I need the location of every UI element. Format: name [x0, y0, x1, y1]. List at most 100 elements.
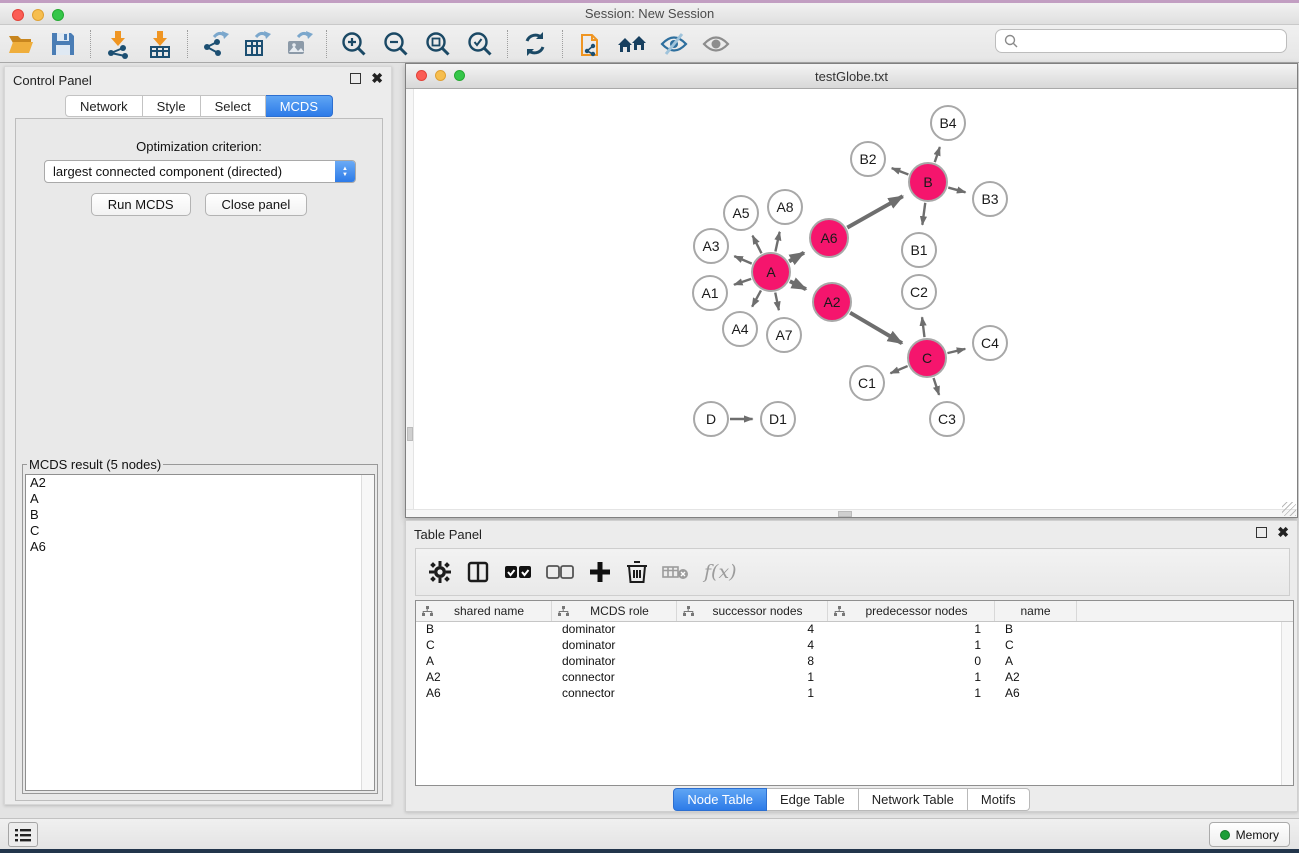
delete-table-icon[interactable] — [662, 563, 690, 581]
close-panel-icon[interactable]: ✖ — [371, 73, 383, 84]
table-scrollbar[interactable] — [1281, 622, 1293, 785]
zoom-in-icon[interactable] — [337, 28, 371, 60]
open-file-icon[interactable] — [4, 28, 38, 60]
edge-A-A3[interactable] — [734, 256, 751, 264]
edge-B-B1[interactable] — [922, 203, 925, 225]
node-label-B4: B4 — [939, 115, 956, 131]
optimization-criterion-select[interactable]: largest connected component (directed) ▲… — [44, 160, 356, 183]
vertical-scrollbar[interactable] — [406, 89, 414, 517]
column-header-MCDS-role[interactable]: MCDS role — [552, 601, 677, 621]
tab-style[interactable]: Style — [143, 95, 201, 117]
titlebar: Session: New Session — [0, 3, 1299, 25]
node-label-A7: A7 — [775, 327, 792, 343]
refresh-icon[interactable] — [518, 28, 552, 60]
tab-node-table[interactable]: Node Table — [673, 788, 767, 811]
deselect-all-icon[interactable] — [546, 563, 574, 581]
search-input[interactable] — [1020, 31, 1286, 51]
tab-motifs[interactable]: Motifs — [968, 788, 1030, 811]
float-table-panel-icon[interactable] — [1256, 527, 1267, 538]
table-panel: Table Panel ✖ — [405, 520, 1298, 812]
delete-column-trash-icon[interactable] — [626, 560, 648, 584]
table-header-row: shared nameMCDS rolesuccessor nodesprede… — [416, 601, 1293, 622]
edge-C-C2[interactable] — [922, 317, 924, 337]
column-header-name[interactable]: name — [995, 601, 1077, 621]
table-row[interactable]: Adominator80A — [416, 654, 1293, 670]
mcds-result-item[interactable]: A6 — [26, 539, 374, 555]
tab-network[interactable]: Network — [65, 95, 143, 117]
table-row[interactable]: A6connector11A6 — [416, 686, 1293, 702]
table-cell: 4 — [677, 622, 828, 638]
window-resize-grip[interactable] — [1282, 502, 1296, 516]
node-label-B3: B3 — [981, 191, 998, 207]
mcds-result-item[interactable]: C — [26, 523, 374, 539]
optimization-criterion-label: Optimization criterion: — [16, 139, 382, 154]
function-builder-icon[interactable]: f(x) — [704, 561, 737, 583]
column-header-successor-nodes[interactable]: successor nodes — [677, 601, 828, 621]
settings-gear-icon[interactable] — [428, 560, 452, 584]
horizontal-scrollbar[interactable] — [406, 509, 1297, 517]
column-header-shared-name[interactable]: shared name — [416, 601, 552, 621]
task-history-button[interactable] — [8, 822, 38, 847]
import-network-icon[interactable] — [101, 28, 135, 60]
edge-A6-B[interactable] — [847, 196, 902, 227]
edge-B-B2[interactable] — [892, 168, 909, 174]
table-row[interactable]: Cdominator41C — [416, 638, 1293, 654]
network-from-selection-icon[interactable] — [573, 28, 607, 60]
edge-A-A1[interactable] — [734, 279, 751, 285]
result-list-scrollbar[interactable] — [361, 475, 374, 790]
app-title: Session: New Session — [0, 6, 1299, 21]
add-column-icon[interactable] — [588, 560, 612, 584]
edge-A-A4[interactable] — [752, 290, 761, 306]
dropdown-stepper-icon: ▲▼ — [335, 161, 355, 182]
run-mcds-button[interactable]: Run MCDS — [91, 193, 191, 216]
tab-network-table[interactable]: Network Table — [859, 788, 968, 811]
tab-select[interactable]: Select — [201, 95, 266, 117]
export-table-icon[interactable] — [240, 28, 274, 60]
zoom-out-icon[interactable] — [379, 28, 413, 60]
hide-selected-eye-icon[interactable] — [657, 28, 691, 60]
edge-A-A7[interactable] — [775, 293, 779, 311]
zoom-selected-icon[interactable] — [463, 28, 497, 60]
home-browser-icon[interactable] — [615, 28, 649, 60]
table-row[interactable]: A2connector11A2 — [416, 670, 1293, 686]
save-session-icon[interactable] — [46, 28, 80, 60]
edge-B-B3[interactable] — [948, 188, 965, 193]
edge-A-A2[interactable] — [790, 281, 806, 289]
network-graph[interactable]: B4B2BB3A8A5A6A3B1AC2A1A2A4A7C4CC1C3DD1 — [406, 89, 1297, 517]
edge-A2-C[interactable] — [850, 313, 902, 344]
network-canvas[interactable]: B4B2BB3A8A5A6A3B1AC2A1A2A4A7C4CC1C3DD1 — [406, 89, 1297, 517]
export-network-icon[interactable] — [198, 28, 232, 60]
tab-edge-table[interactable]: Edge Table — [767, 788, 859, 811]
edge-A-A6[interactable] — [789, 253, 804, 262]
node-label-A3: A3 — [702, 238, 719, 254]
float-panel-icon[interactable] — [350, 73, 361, 84]
close-table-panel-icon[interactable]: ✖ — [1277, 527, 1289, 538]
tab-mcds[interactable]: MCDS — [266, 95, 333, 117]
table-row[interactable]: Bdominator41B — [416, 622, 1293, 638]
mcds-result-item[interactable]: A2 — [26, 475, 374, 491]
zoom-fit-icon[interactable] — [421, 28, 455, 60]
node-label-B2: B2 — [859, 151, 876, 167]
edge-C-C1[interactable] — [890, 366, 907, 373]
close-panel-button[interactable]: Close panel — [205, 193, 308, 216]
edge-A-A8[interactable] — [775, 232, 779, 252]
search-box[interactable] — [995, 29, 1287, 53]
column-header-predecessor-nodes[interactable]: predecessor nodes — [828, 601, 995, 621]
application-window: Session: New Session — [0, 0, 1299, 853]
node-label-D1: D1 — [769, 411, 787, 427]
edge-B-B4[interactable] — [935, 147, 940, 162]
horizontal-scroll-thumb[interactable] — [838, 511, 852, 517]
import-table-icon[interactable] — [143, 28, 177, 60]
memory-button[interactable]: Memory — [1209, 822, 1290, 847]
column-view-icon[interactable] — [466, 560, 490, 584]
select-all-icon[interactable] — [504, 563, 532, 581]
edge-C-C4[interactable] — [947, 349, 965, 353]
show-all-eye-icon[interactable] — [699, 28, 733, 60]
vertical-scroll-thumb[interactable] — [407, 427, 413, 441]
export-image-icon[interactable] — [282, 28, 316, 60]
node-label-B: B — [923, 174, 932, 190]
edge-C-C3[interactable] — [934, 378, 940, 395]
mcds-result-item[interactable]: B — [26, 507, 374, 523]
edge-A-A5[interactable] — [753, 236, 762, 254]
mcds-result-item[interactable]: A — [26, 491, 374, 507]
